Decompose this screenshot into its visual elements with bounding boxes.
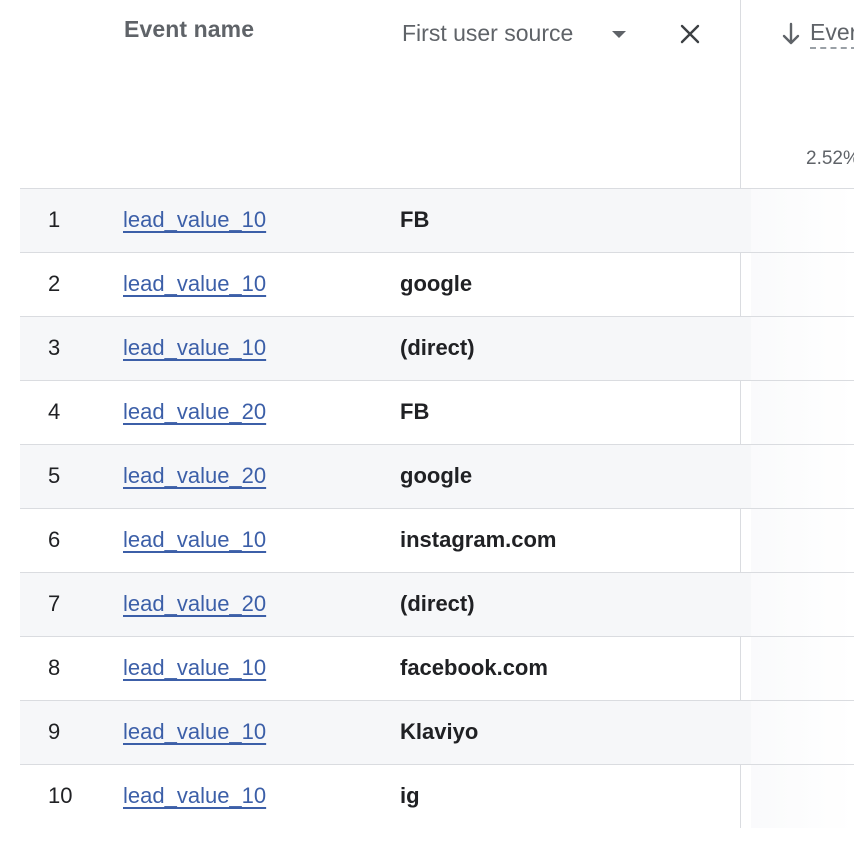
- table-row[interactable]: 9 lead_value_10 Klaviyo: [20, 700, 854, 764]
- row-index: 9: [48, 719, 61, 744]
- table-row[interactable]: 8 lead_value_10 facebook.com: [20, 636, 854, 700]
- row-metric-cell: [751, 765, 854, 828]
- table-row[interactable]: 3 lead_value_10 (direct): [20, 316, 854, 380]
- first-user-source-cell: ig: [400, 783, 420, 808]
- row-index: 4: [48, 399, 61, 424]
- row-metric-cell: [751, 637, 854, 700]
- event-name-link[interactable]: lead_value_10: [123, 719, 266, 745]
- first-user-source-cell: (direct): [400, 591, 475, 616]
- metric-label: Ever: [810, 19, 854, 49]
- event-name-link[interactable]: lead_value_10: [123, 527, 266, 553]
- row-index: 3: [48, 335, 61, 360]
- metric-total: 2.52%: [806, 148, 854, 169]
- event-name-link[interactable]: lead_value_10: [123, 335, 266, 361]
- row-metric-cell: [751, 573, 854, 636]
- column-header-metric[interactable]: Ever: [780, 14, 854, 54]
- column-header-event-name[interactable]: Event name: [124, 16, 254, 43]
- row-metric-cell: [751, 509, 854, 572]
- row-metric-cell: [751, 701, 854, 764]
- row-index: 6: [48, 527, 61, 552]
- event-name-link[interactable]: lead_value_10: [123, 783, 266, 809]
- row-index: 5: [48, 463, 61, 488]
- table-row[interactable]: 6 lead_value_10 instagram.com: [20, 508, 854, 572]
- table-row[interactable]: 10 lead_value_10 ig: [20, 764, 854, 828]
- column-header-first-user-source[interactable]: First user source: [402, 20, 573, 47]
- event-name-link[interactable]: lead_value_20: [123, 463, 266, 489]
- table-body: 1 lead_value_10 FB 2 lead_value_10 google 3 lea…: [20, 188, 854, 828]
- row-index: 1: [48, 207, 61, 232]
- event-name-link[interactable]: lead_value_10: [123, 655, 266, 681]
- first-user-source-cell: instagram.com: [400, 527, 557, 552]
- row-metric-cell: [751, 189, 854, 252]
- table-header: Event name First user source Ever 2.52%: [0, 0, 854, 188]
- row-index: 10: [48, 783, 73, 808]
- first-user-source-cell: Klaviyo: [400, 719, 479, 744]
- close-icon[interactable]: [679, 23, 701, 45]
- table-row[interactable]: 5 lead_value_20 google: [20, 444, 854, 508]
- row-metric-cell: [751, 445, 854, 508]
- event-name-link[interactable]: lead_value_20: [123, 591, 266, 617]
- first-user-source-cell: facebook.com: [400, 655, 548, 680]
- table-row[interactable]: 7 lead_value_20 (direct): [20, 572, 854, 636]
- table-row[interactable]: 2 lead_value_10 google: [20, 252, 854, 316]
- row-index: 2: [48, 271, 61, 296]
- event-name-link[interactable]: lead_value_20: [123, 399, 266, 425]
- row-metric-cell: [751, 317, 854, 380]
- row-index: 7: [48, 591, 61, 616]
- first-user-source-cell: FB: [400, 207, 430, 232]
- arrow-down-icon: [782, 22, 800, 45]
- event-name-link[interactable]: lead_value_10: [123, 207, 266, 233]
- row-index: 8: [48, 655, 61, 680]
- first-user-source-cell: google: [400, 463, 473, 488]
- first-user-source-cell: FB: [400, 399, 430, 424]
- row-metric-cell: [751, 381, 854, 444]
- table-row[interactable]: 4 lead_value_20 FB: [20, 380, 854, 444]
- row-metric-cell: [751, 253, 854, 316]
- first-user-source-cell: google: [400, 271, 473, 296]
- event-name-link[interactable]: lead_value_10: [123, 271, 266, 297]
- first-user-source-cell: (direct): [400, 335, 475, 360]
- chevron-down-icon[interactable]: [612, 31, 626, 38]
- table-row[interactable]: 1 lead_value_10 FB: [20, 188, 854, 252]
